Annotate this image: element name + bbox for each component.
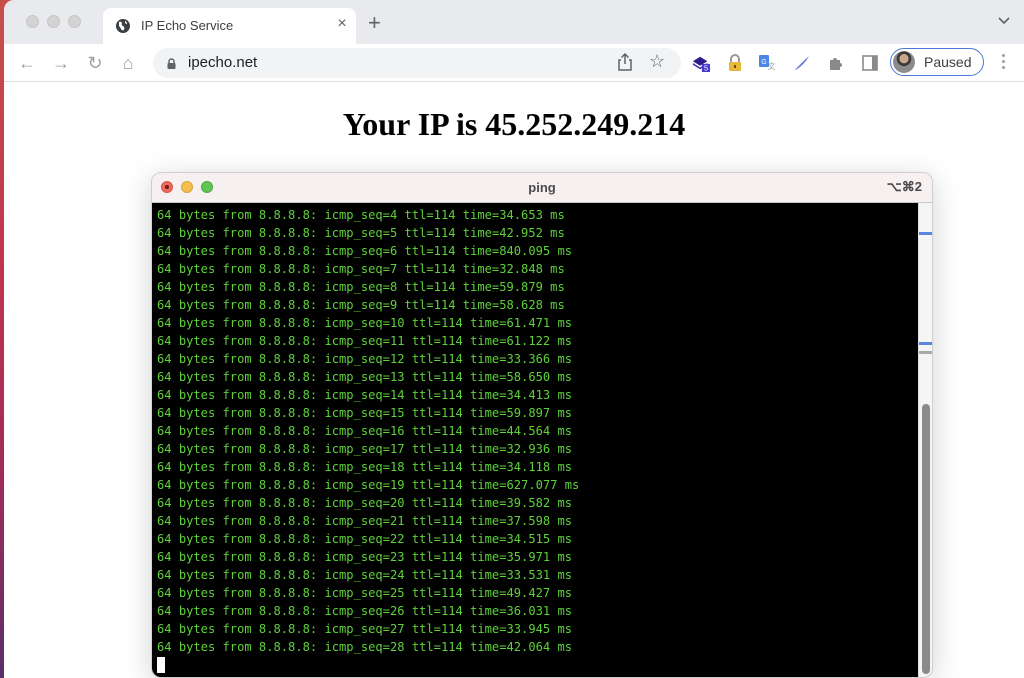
window-close-button[interactable] — [26, 15, 39, 28]
page-title: Your IP is 45.252.249.214 — [342, 106, 686, 142]
scroll-mark — [919, 342, 932, 345]
stacked-books-extension-icon[interactable]: 5 — [692, 54, 710, 72]
terminal-scrollbar[interactable] — [918, 203, 932, 677]
browser-window: IP Echo Service × + ← → ↻ ⌂ ipecho.net ☆ — [4, 0, 1024, 678]
terminal-line: 64 bytes from 8.8.8.8: icmp_seq=25 ttl=1… — [157, 586, 573, 600]
terminal-line: 64 bytes from 8.8.8.8: icmp_seq=19 ttl=1… — [157, 478, 580, 492]
terminal-line: 64 bytes from 8.8.8.8: icmp_seq=28 ttl=1… — [157, 640, 573, 654]
address-bar[interactable]: ipecho.net ☆ — [153, 48, 681, 78]
scroll-mark — [919, 232, 932, 235]
lock-icon[interactable] — [167, 58, 176, 69]
terminal-line: 64 bytes from 8.8.8.8: icmp_seq=4 ttl=11… — [157, 208, 565, 222]
share-icon[interactable] — [617, 53, 633, 71]
bookmark-star-icon[interactable]: ☆ — [649, 51, 665, 72]
svg-text:文: 文 — [768, 61, 776, 71]
google-translate-extension-icon[interactable]: G 文 — [758, 54, 776, 72]
extension-badge: 5 — [704, 64, 708, 72]
window-zoom-button[interactable] — [68, 15, 81, 28]
terminal-line: 64 bytes from 8.8.8.8: icmp_seq=15 ttl=1… — [157, 406, 573, 420]
puzzle-extensions-icon[interactable] — [827, 54, 845, 72]
terminal-line: 64 bytes from 8.8.8.8: icmp_seq=9 ttl=11… — [157, 298, 565, 312]
terminal-output[interactable]: 64 bytes from 8.8.8.8: icmp_seq=4 ttl=11… — [152, 203, 918, 677]
terminal-line: 64 bytes from 8.8.8.8: icmp_seq=24 ttl=1… — [157, 568, 573, 582]
terminal-line: 64 bytes from 8.8.8.8: icmp_seq=21 ttl=1… — [157, 514, 573, 528]
terminal-line: 64 bytes from 8.8.8.8: icmp_seq=18 ttl=1… — [157, 460, 573, 474]
scroll-mark — [919, 351, 932, 354]
new-tab-button[interactable]: + — [368, 12, 381, 34]
tab-close-icon[interactable]: × — [333, 15, 351, 33]
globe-icon — [116, 19, 130, 33]
terminal-line: 64 bytes from 8.8.8.8: icmp_seq=10 ttl=1… — [157, 316, 573, 330]
terminal-line: 64 bytes from 8.8.8.8: icmp_seq=16 ttl=1… — [157, 424, 573, 438]
svg-text:G: G — [761, 59, 766, 66]
url-text[interactable]: ipecho.net — [188, 54, 257, 71]
back-button[interactable]: ← — [16, 52, 38, 74]
terminal-line: 64 bytes from 8.8.8.8: icmp_seq=22 ttl=1… — [157, 532, 573, 546]
profile-button[interactable]: Paused — [890, 48, 984, 76]
scrollbar-thumb[interactable] — [922, 404, 930, 674]
terminal-line: 64 bytes from 8.8.8.8: icmp_seq=6 ttl=11… — [157, 244, 573, 258]
window-minimize-button[interactable] — [47, 15, 60, 28]
padlock-extension-icon[interactable] — [726, 54, 744, 72]
terminal-line: 64 bytes from 8.8.8.8: icmp_seq=5 ttl=11… — [157, 226, 565, 240]
side-panel-icon[interactable] — [861, 54, 879, 72]
tab-search-chevron-down-icon[interactable] — [998, 14, 1010, 28]
terminal-line: 64 bytes from 8.8.8.8: icmp_seq=8 ttl=11… — [157, 280, 565, 294]
tab-ip-echo-service[interactable]: IP Echo Service × — [103, 8, 356, 44]
quill-extension-icon[interactable] — [793, 54, 811, 72]
profile-status-label: Paused — [924, 54, 972, 70]
terminal-line: 64 bytes from 8.8.8.8: icmp_seq=11 ttl=1… — [157, 334, 573, 348]
terminal-cursor — [157, 657, 165, 673]
terminal-line: 64 bytes from 8.8.8.8: icmp_seq=17 ttl=1… — [157, 442, 573, 456]
home-button[interactable]: ⌂ — [117, 52, 139, 74]
avatar — [893, 51, 915, 73]
terminal-line: 64 bytes from 8.8.8.8: icmp_seq=7 ttl=11… — [157, 262, 565, 276]
reload-button[interactable]: ↻ — [84, 52, 106, 74]
tab-title: IP Echo Service — [141, 18, 234, 33]
browser-menu-kebab-icon[interactable] — [1002, 54, 1006, 70]
page-content: Your IP is 45.252.249.214 ping ⌥⌘2 64 by… — [4, 82, 1024, 678]
browser-toolbar: ← → ↻ ⌂ ipecho.net ☆ 5 G 文 Paused — [4, 44, 1024, 82]
terminal-title: ping — [528, 180, 556, 195]
terminal-line: 64 bytes from 8.8.8.8: icmp_seq=14 ttl=1… — [157, 388, 573, 402]
terminal-line: 64 bytes from 8.8.8.8: icmp_seq=26 ttl=1… — [157, 604, 573, 618]
terminal-line: 64 bytes from 8.8.8.8: icmp_seq=13 ttl=1… — [157, 370, 573, 384]
terminal-line: 64 bytes from 8.8.8.8: icmp_seq=23 ttl=1… — [157, 550, 573, 564]
forward-button[interactable]: → — [50, 52, 72, 74]
terminal-titlebar[interactable]: ping ⌥⌘2 — [152, 173, 932, 203]
terminal-line: 64 bytes from 8.8.8.8: icmp_seq=20 ttl=1… — [157, 496, 573, 510]
terminal-line: 64 bytes from 8.8.8.8: icmp_seq=12 ttl=1… — [157, 352, 573, 366]
terminal-window: ping ⌥⌘2 64 bytes from 8.8.8.8: icmp_seq… — [151, 172, 933, 678]
tab-strip: IP Echo Service × + — [4, 0, 1024, 44]
terminal-shortcut-label: ⌥⌘2 — [886, 179, 922, 194]
terminal-line: 64 bytes from 8.8.8.8: icmp_seq=27 ttl=1… — [157, 622, 573, 636]
